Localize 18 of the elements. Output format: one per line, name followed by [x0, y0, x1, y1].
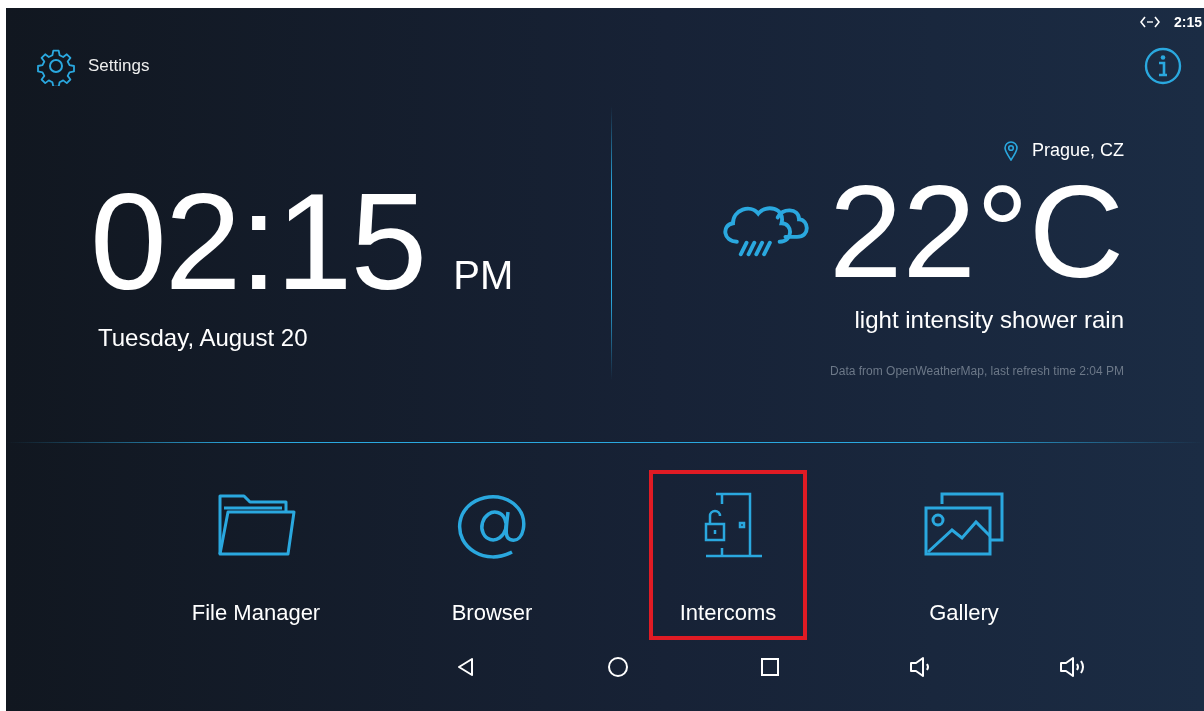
location-pin-icon: [1003, 140, 1018, 161]
status-time: 2:15: [1174, 14, 1204, 30]
clock-date: Tuesday, August 20: [98, 324, 309, 352]
app-launcher[interactable]: Gallery: [864, 470, 1064, 640]
weather-location: Prague, CZ: [1031, 140, 1124, 161]
data-transfer-icon: [1140, 16, 1160, 28]
settings-button[interactable]: Settings: [36, 46, 150, 86]
recents-square-icon: [759, 656, 781, 678]
app-launcher[interactable]: Browser: [392, 470, 592, 640]
app-launcher[interactable]: File Manager: [156, 470, 356, 640]
info-icon[interactable]: [1144, 47, 1182, 85]
clock-time: 02:15: [90, 172, 426, 310]
app-launcher[interactable]: Intercoms: [649, 470, 807, 640]
temperature: 22°C: [829, 163, 1124, 302]
weather-source-note: Data from OpenWeatherMap, last refresh time 2:04 PM: [830, 363, 1124, 378]
clock-meridiem: PM: [453, 253, 514, 298]
weather-description: light intensity shower rain: [854, 305, 1124, 334]
home-circle-icon: [607, 656, 629, 678]
